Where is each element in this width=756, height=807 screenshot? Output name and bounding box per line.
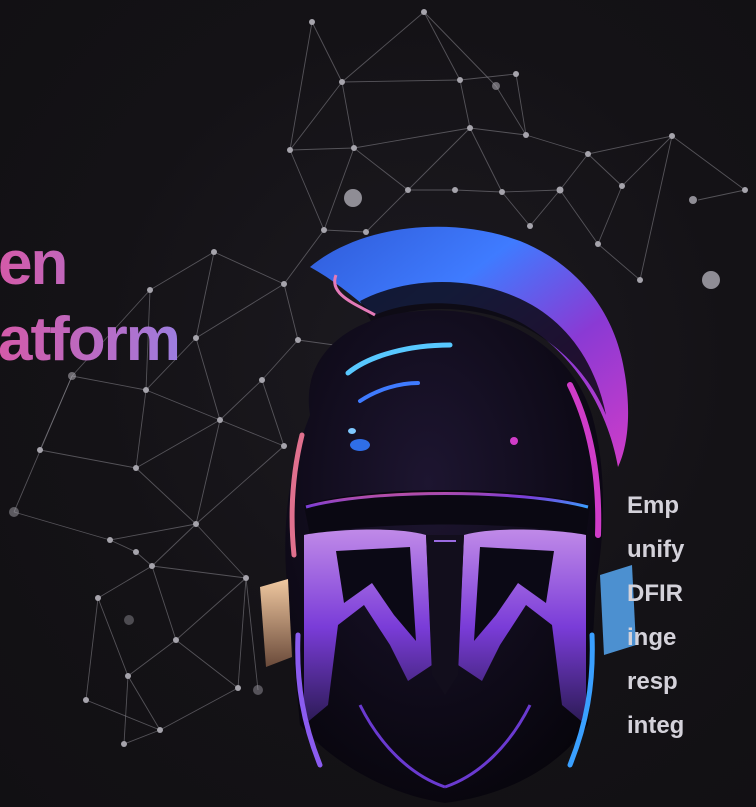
description-line-5: resp	[627, 668, 678, 695]
hero-section: en atform Emp unify DFIR inge resp integ	[0, 0, 756, 807]
spartan-helmet-icon	[260, 226, 636, 803]
description-line-3: DFIR	[627, 580, 683, 607]
headline-line-1: en	[0, 226, 179, 302]
hero-headline: en atform	[0, 226, 181, 378]
headline-line-2: atform	[0, 302, 181, 378]
description-line-4: inge	[627, 624, 677, 651]
description-line-6: integ	[627, 712, 685, 739]
description-line-1: Emp	[627, 492, 680, 519]
description-line-2: unify	[627, 536, 685, 563]
hero-description: Emp unify DFIR inge resp integ	[627, 484, 756, 748]
